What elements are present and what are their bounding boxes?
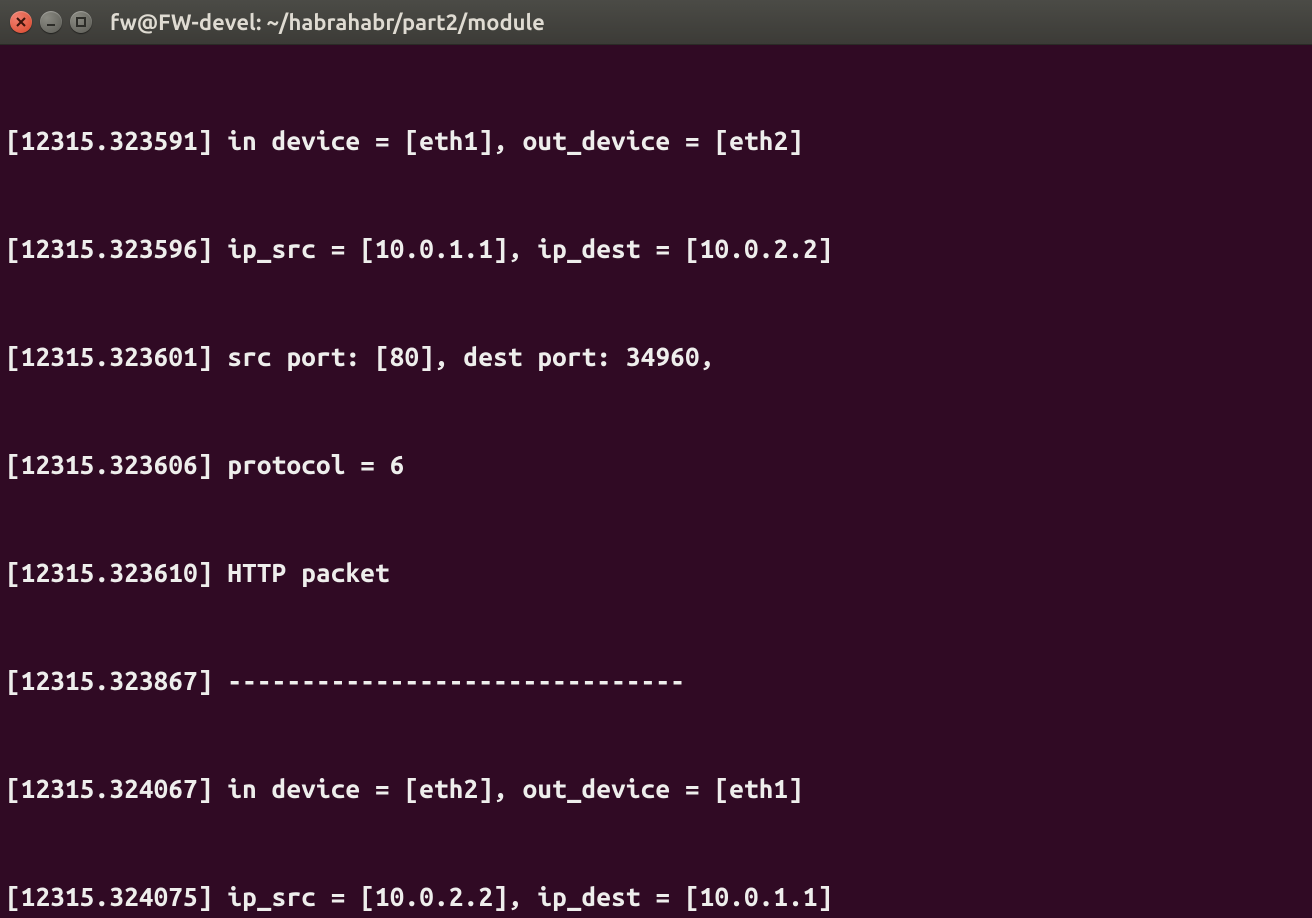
maximize-button[interactable] xyxy=(70,11,92,33)
log-line: [12315.323596] ip_src = [10.0.1.1], ip_d… xyxy=(6,231,1306,267)
log-line: [12315.323601] src port: [80], dest port… xyxy=(6,339,1306,375)
minimize-icon xyxy=(45,16,57,28)
log-line: [12315.324067] in device = [eth2], out_d… xyxy=(6,771,1306,807)
log-line: [12315.323610] HTTP packet xyxy=(6,555,1306,591)
log-line: [12315.323867] -------------------------… xyxy=(6,663,1306,699)
minimize-button[interactable] xyxy=(40,11,62,33)
log-line: [12315.323606] protocol = 6 xyxy=(6,447,1306,483)
close-icon xyxy=(15,16,27,28)
log-line: [12315.323591] in device = [eth1], out_d… xyxy=(6,123,1306,159)
window-titlebar: fw@FW-devel: ~/habrahabr/part2/module xyxy=(0,0,1312,45)
window-controls xyxy=(10,11,92,33)
terminal-area[interactable]: [12315.323591] in device = [eth1], out_d… xyxy=(0,45,1312,918)
close-button[interactable] xyxy=(10,11,32,33)
window-title: fw@FW-devel: ~/habrahabr/part2/module xyxy=(110,10,545,35)
maximize-icon xyxy=(75,16,87,28)
log-line: [12315.324075] ip_src = [10.0.2.2], ip_d… xyxy=(6,879,1306,915)
